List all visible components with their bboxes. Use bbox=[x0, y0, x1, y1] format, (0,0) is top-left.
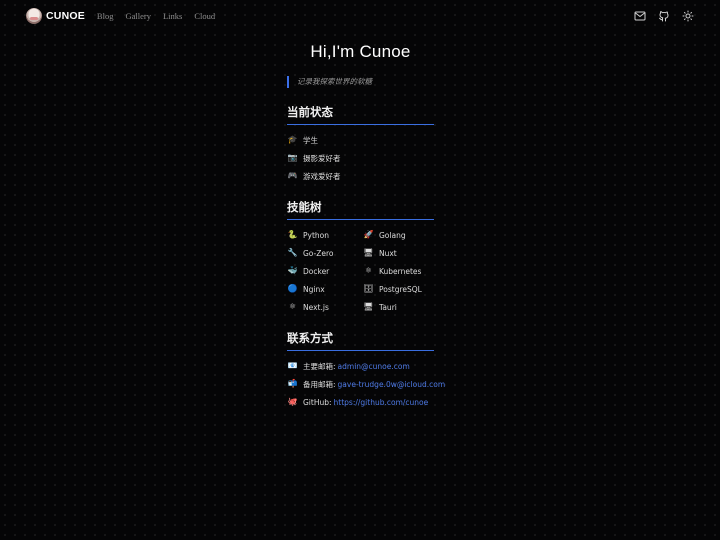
monitor-icon: 🖥 bbox=[363, 248, 374, 257]
status-item: 🎮 游戏爱好者 bbox=[287, 170, 341, 182]
skill-item: ⚛ Kubernetes bbox=[363, 265, 422, 277]
skill-item: 🗄 PostgreSQL bbox=[363, 283, 422, 295]
skill-label: Golang bbox=[379, 230, 406, 240]
tagline-quote: 记录我探索世界的软糖 bbox=[287, 76, 372, 88]
skill-item: 🔵 Nginx bbox=[287, 283, 325, 295]
nav-link-cloud[interactable]: Cloud bbox=[194, 11, 215, 21]
email-icon: 📧 bbox=[287, 361, 298, 370]
status-section-title: 当前状态 bbox=[287, 104, 434, 125]
skill-item: 🖥 Nuxt bbox=[363, 247, 397, 259]
mail-icon[interactable] bbox=[634, 10, 646, 22]
github-link[interactable]: https://github.com/cunoe bbox=[334, 398, 429, 407]
github-icon[interactable] bbox=[658, 10, 670, 22]
contact-item: 🐙 GitHub: https://github.com/cunoe bbox=[287, 396, 429, 408]
skill-item: ⚛ Next.js bbox=[287, 301, 329, 313]
status-label: 学生 bbox=[303, 135, 318, 145]
nav-link-gallery[interactable]: Gallery bbox=[125, 11, 151, 21]
skill-label: Tauri bbox=[379, 302, 397, 312]
contact-section-title: 联系方式 bbox=[287, 330, 434, 351]
skills-section-title: 技能树 bbox=[287, 199, 434, 220]
whale-icon: 🐳 bbox=[287, 266, 298, 275]
graduation-cap-icon: 🎓 bbox=[287, 135, 298, 144]
contact-label: GitHub: bbox=[303, 397, 332, 407]
skill-item: 🐳 Docker bbox=[287, 265, 330, 277]
avatar-logo bbox=[26, 8, 42, 24]
skill-label: Nginx bbox=[303, 284, 325, 294]
skill-label: Go-Zero bbox=[303, 248, 334, 258]
rocket-icon: 🚀 bbox=[363, 230, 374, 239]
python-icon: 🐍 bbox=[287, 230, 298, 239]
skill-item: 🐍 Python bbox=[287, 229, 329, 241]
skill-label: PostgreSQL bbox=[379, 284, 422, 294]
skill-label: Next.js bbox=[303, 302, 329, 312]
brand-link[interactable]: CUNOE bbox=[26, 8, 85, 24]
contact-item: 📧 主要邮箱: admin@cunoe.com bbox=[287, 360, 410, 372]
wrench-icon: 🔧 bbox=[287, 248, 298, 257]
skill-label: Python bbox=[303, 230, 329, 240]
primary-email-link[interactable]: admin@cunoe.com bbox=[338, 362, 410, 371]
camera-icon: 📷 bbox=[287, 153, 298, 162]
status-item: 🎓 学生 bbox=[287, 134, 318, 146]
status-label: 摄影爱好者 bbox=[303, 153, 341, 163]
monitor-icon: 🖥 bbox=[363, 302, 374, 311]
contact-label: 主要邮箱: bbox=[303, 361, 336, 371]
contact-label: 备用邮箱: bbox=[303, 379, 336, 389]
backup-email-link[interactable]: gave-trudge.0w@icloud.com bbox=[338, 380, 446, 389]
octopus-icon: 🐙 bbox=[287, 397, 298, 406]
skill-label: Kubernetes bbox=[379, 266, 422, 276]
skill-label: Nuxt bbox=[379, 248, 397, 258]
database-icon: 🗄 bbox=[363, 284, 374, 293]
status-item: 📷 摄影爱好者 bbox=[287, 152, 341, 164]
skill-label: Docker bbox=[303, 266, 330, 276]
contact-item: 📬 备用邮箱: gave-trudge.0w@icloud.com bbox=[287, 378, 446, 390]
nav-links: Blog Gallery Links Cloud bbox=[97, 11, 227, 21]
nav-icons bbox=[634, 10, 694, 22]
skill-item: 🖥 Tauri bbox=[363, 301, 397, 313]
nav-link-blog[interactable]: Blog bbox=[97, 11, 114, 21]
mailbox-icon: 📬 bbox=[287, 379, 298, 388]
blue-circle-icon: 🔵 bbox=[287, 284, 298, 293]
brand-name: CUNOE bbox=[46, 10, 85, 22]
atom-icon: ⚛ bbox=[288, 302, 297, 311]
skill-item: 🔧 Go-Zero bbox=[287, 247, 334, 259]
status-label: 游戏爱好者 bbox=[303, 171, 341, 181]
atom-icon: ⚛ bbox=[364, 266, 373, 275]
gamepad-icon: 🎮 bbox=[287, 171, 298, 180]
page-title: Hi,I'm Cunoe bbox=[310, 42, 411, 61]
top-nav: CUNOE Blog Gallery Links Cloud bbox=[0, 0, 720, 32]
nav-link-links[interactable]: Links bbox=[163, 11, 182, 21]
skill-item: 🚀 Golang bbox=[363, 229, 406, 241]
theme-toggle-icon[interactable] bbox=[682, 10, 694, 22]
